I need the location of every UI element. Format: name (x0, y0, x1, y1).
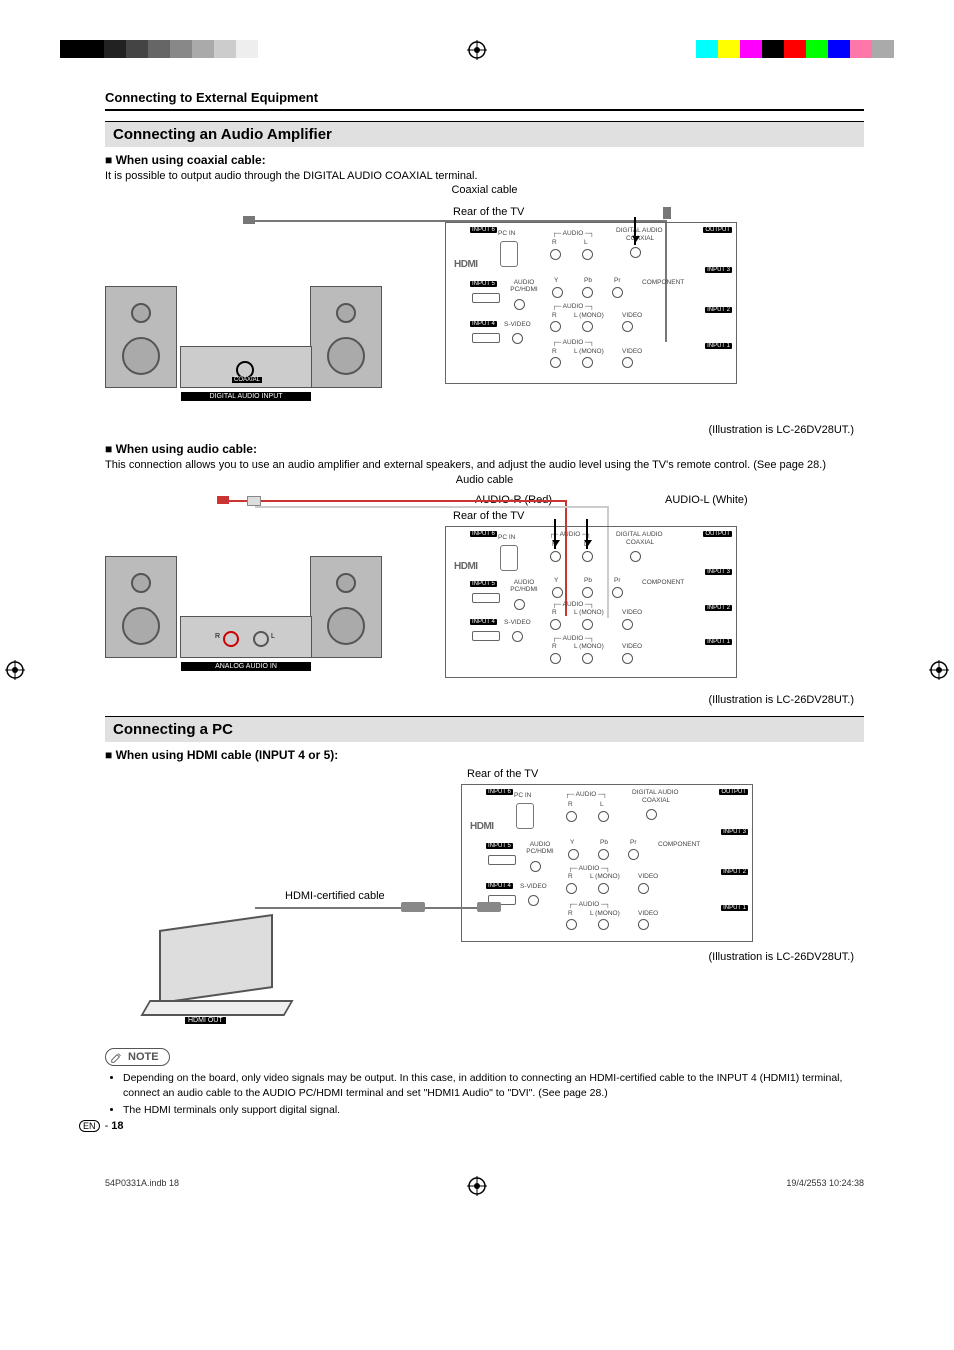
registration-mark-right-icon (929, 660, 949, 683)
page-lang-badge: EN (79, 1120, 100, 1132)
amp-coaxial-label: COAXIAL (232, 377, 262, 383)
note-item: The HDMI terminals only support digital … (123, 1103, 864, 1118)
registration-mark-icon (467, 40, 487, 63)
illustration-note: (Illustration is LC-26DV28UT.) (709, 951, 855, 963)
arrow-down-icon (634, 217, 636, 245)
subhead-coaxial: When using coaxial cable: (105, 153, 864, 167)
page-section-title: Connecting to External Equipment (105, 90, 864, 105)
divider (105, 109, 864, 111)
illustration-note: (Illustration is LC-26DV28UT.) (105, 694, 854, 706)
subhead-hdmi-pc: When using HDMI cable (INPUT 4 or 5): (105, 748, 864, 762)
text-audio-cable-desc: This connection allows you to use an aud… (105, 458, 864, 473)
hdmi-logo-icon: HDMI (470, 821, 494, 832)
hdmi-logo-icon: HDMI (454, 561, 478, 572)
diagram-audio-cable: R L ANALOG AUDIO IN AUDIO-R (Red) AUDIO-… (105, 496, 864, 686)
speaker-left-illustration (105, 286, 177, 388)
illustration-note: (Illustration is LC-26DV28UT.) (105, 424, 854, 436)
cable-plug-white-icon (247, 496, 261, 506)
grayscale-calibration-bar (60, 40, 258, 58)
hdmi-plug-icon (401, 902, 425, 912)
text-coaxial-desc: It is possible to output audio through t… (105, 169, 864, 184)
tv-rear-panel-illustration: INPUT 6 PC IN ┌─ AUDIO ─┐ R L DIGITAL AU… (445, 222, 737, 384)
diagram-pc-hdmi: Rear of the TV INPUT 6 PC IN ┌─ AUDIO ─┐… (105, 772, 864, 1032)
amp-analog-label: ANALOG AUDIO IN (181, 662, 311, 671)
color-calibration-bar (696, 40, 894, 58)
heading-connecting-pc: Connecting a PC (105, 716, 864, 742)
diagram-coaxial: COAXIAL DIGITAL AUDIO INPUT Rear of the … (105, 206, 864, 416)
cable-plug-icon (663, 207, 671, 219)
note-item: Depending on the board, only video signa… (123, 1071, 864, 1101)
label-coaxial-cable: Coaxial cable (105, 184, 864, 196)
label-hdmi-cable: HDMI-certified cable (285, 890, 385, 902)
cable-plug-red-icon (217, 496, 229, 504)
tv-rear-panel-illustration: INPUT 6 PC IN ┌─ AUDIO ─┐ R L DIGITAL AU… (445, 526, 737, 678)
note-callout: NOTE (105, 1048, 170, 1066)
tv-rear-panel-illustration: INPUT 6 PC IN ┌─ AUDIO ─┐ R L DIGITAL AU… (461, 784, 753, 942)
arrow-down-icon (554, 519, 556, 549)
hdmi-logo-icon: HDMI (454, 259, 478, 270)
amp-l-label: L (271, 633, 275, 640)
amp-r-label: R (215, 633, 220, 640)
label-rear-of-tv: Rear of the TV (453, 206, 524, 218)
label-audio-l: AUDIO-L (White) (665, 494, 748, 506)
page-content: Connecting to External Equipment Connect… (105, 90, 864, 1118)
footer-filename: 54P0331A.indb 18 (105, 1178, 179, 1188)
arrow-down-icon (586, 519, 588, 549)
amplifier-illustration: R L ANALOG AUDIO IN (180, 616, 312, 658)
page-number: EN - 18 (79, 1120, 124, 1132)
note-label: NOTE (128, 1051, 159, 1063)
speaker-left-illustration (105, 556, 177, 658)
hdmi-plug-icon (477, 902, 501, 912)
amplifier-illustration: COAXIAL DIGITAL AUDIO INPUT (180, 346, 312, 388)
label-rear-of-tv: Rear of the TV (467, 768, 538, 780)
heading-audio-amp: Connecting an Audio Amplifier (105, 121, 864, 147)
laptop-hdmi-out-label: HDMI OUT (185, 1017, 226, 1024)
pencil-icon (110, 1050, 124, 1064)
print-registration-top (30, 40, 924, 70)
laptop-illustration: HDMI OUT (145, 922, 285, 1012)
subhead-audio-cable: When using audio cable: (105, 442, 864, 456)
amp-input-label: DIGITAL AUDIO INPUT (181, 392, 311, 401)
hdmi-cable-line (255, 907, 485, 909)
note-list: Depending on the board, only video signa… (123, 1071, 864, 1119)
registration-mark-left-icon (5, 660, 25, 683)
label-audio-cable: Audio cable (105, 474, 864, 486)
footer-datetime: 19/4/2553 10:24:38 (786, 1178, 864, 1188)
